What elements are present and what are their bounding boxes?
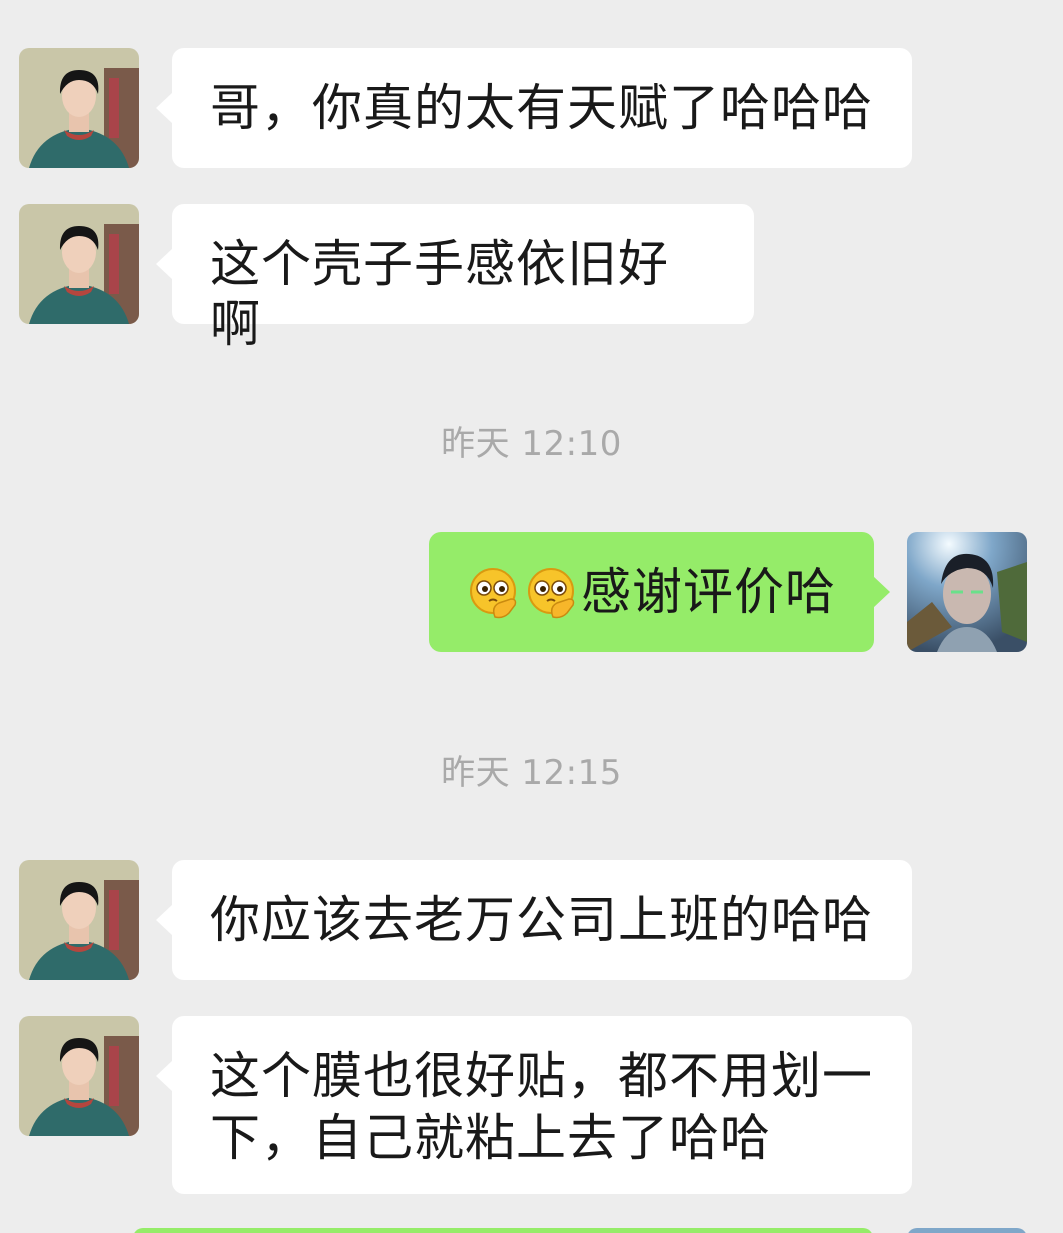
message-bubble-outgoing[interactable]: 感谢评价哈	[429, 532, 890, 652]
message-bubble-incoming[interactable]: 这个壳子手感依旧好啊	[156, 204, 754, 353]
message-row-outgoing-partial	[0, 1228, 1063, 1233]
message-text: 哥，你真的太有天赋了哈哈哈	[210, 79, 873, 137]
message-bubble-incoming[interactable]: 你应该去老万公司上班的哈哈	[156, 860, 912, 980]
contact-avatar[interactable]	[19, 1016, 139, 1136]
message-text-line: 这个膜也很好贴，都不用划一	[210, 1047, 873, 1105]
contact-avatar[interactable]	[19, 48, 139, 168]
message-text: 感谢评价哈	[581, 563, 836, 621]
message-bubble-incoming[interactable]: 哥，你真的太有天赋了哈哈哈	[156, 48, 912, 168]
my-avatar[interactable]	[907, 532, 1027, 652]
message-row-incoming: 这个壳子手感依旧好啊	[0, 204, 1063, 353]
contact-avatar[interactable]	[19, 204, 139, 324]
message-row-incoming: 哥，你真的太有天赋了哈哈哈	[0, 48, 1063, 168]
message-text-line: 下，自己就粘上去了哈哈	[210, 1109, 771, 1167]
message-row-incoming: 你应该去老万公司上班的哈哈	[0, 860, 1063, 980]
thinking-face-emoji	[523, 563, 579, 619]
message-timestamp: 昨天 12:10	[441, 424, 622, 464]
my-avatar[interactable]	[907, 1228, 1027, 1233]
contact-avatar[interactable]	[19, 860, 139, 980]
message-row-incoming: 这个膜也很好贴，都不用划一 下，自己就粘上去了哈哈	[0, 1016, 1063, 1194]
message-bubble-outgoing[interactable]	[133, 1228, 873, 1233]
message-text: 你应该去老万公司上班的哈哈	[210, 891, 873, 949]
chat-message-list[interactable]: 哥，你真的太有天赋了哈哈哈 这个壳子手感依旧好啊 昨天 12:10 感谢评价哈 …	[0, 0, 1063, 1233]
message-timestamp: 昨天 12:15	[441, 753, 622, 793]
thinking-face-emoji	[465, 563, 521, 619]
message-text: 这个壳子手感依旧好啊	[210, 235, 669, 353]
message-row-outgoing: 感谢评价哈	[0, 532, 1063, 652]
message-bubble-incoming[interactable]: 这个膜也很好贴，都不用划一 下，自己就粘上去了哈哈	[156, 1016, 912, 1194]
